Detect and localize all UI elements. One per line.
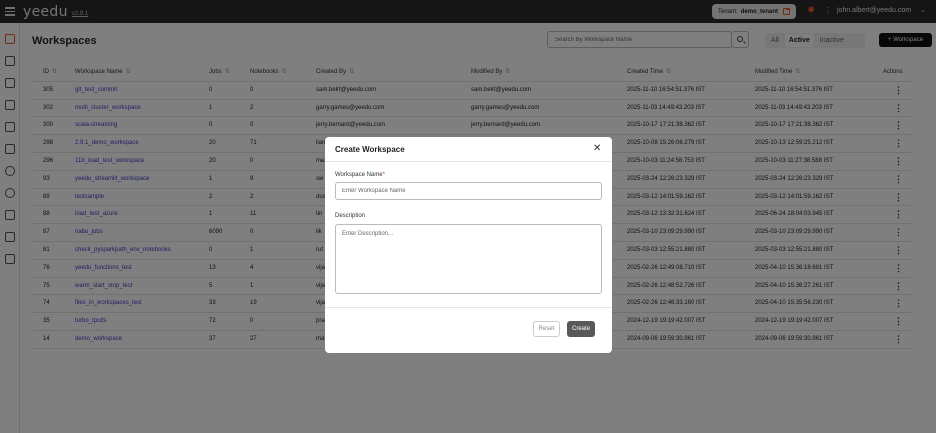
create-workspace-modal: Create Workspace ✕ Workspace Name* Descr… xyxy=(325,137,612,353)
description-label: Description xyxy=(335,213,366,219)
workspace-name-input[interactable] xyxy=(335,182,602,200)
description-input[interactable] xyxy=(335,224,602,294)
create-button[interactable]: Create xyxy=(567,321,595,337)
modal-title: Create Workspace xyxy=(335,145,405,154)
reset-button[interactable]: Reset xyxy=(533,321,560,337)
divider xyxy=(325,161,612,162)
workspace-name-label: Workspace Name* xyxy=(335,172,385,178)
close-icon[interactable]: ✕ xyxy=(593,143,601,154)
divider xyxy=(325,307,612,308)
